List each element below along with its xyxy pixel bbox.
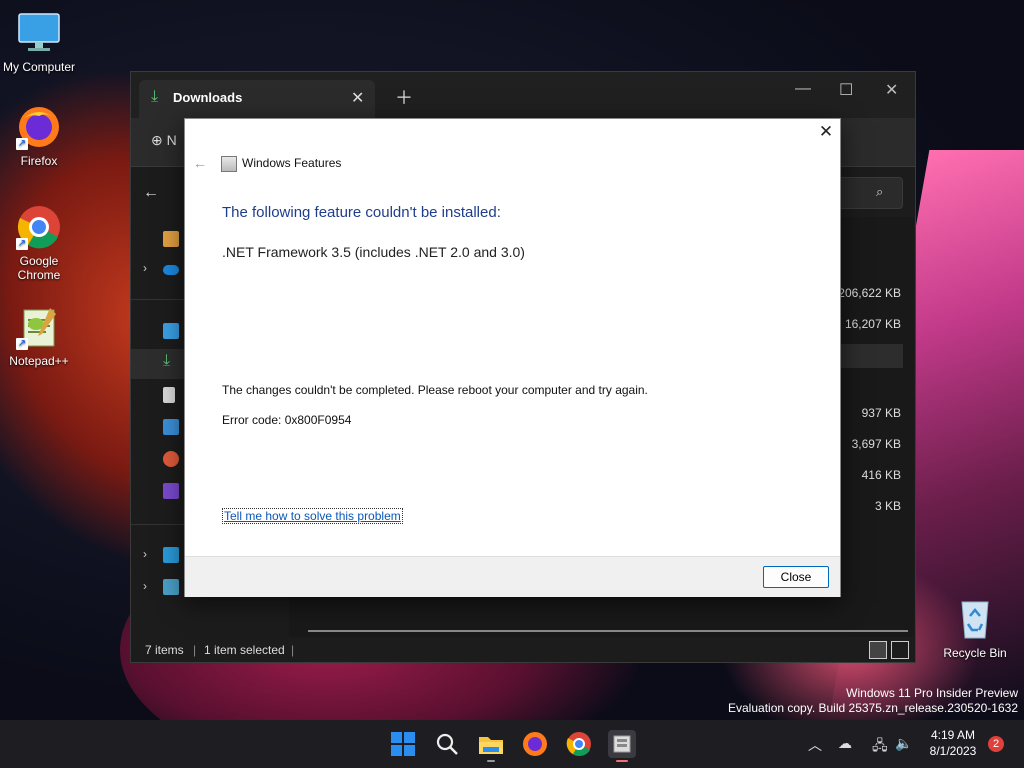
desktop-icon-label: Firefox xyxy=(20,154,58,168)
chevron-up-icon[interactable]: ︿ xyxy=(808,735,822,755)
new-tab-icon[interactable]: ＋ xyxy=(395,84,413,110)
error-heading: The following feature couldn't be instal… xyxy=(222,204,501,221)
chrome-icon xyxy=(566,732,591,756)
windows-features-icon xyxy=(613,735,631,753)
folder-icon xyxy=(479,737,503,754)
desktop-icon-recycle-bin[interactable]: Recycle Bin xyxy=(936,596,1014,660)
desktop-icon-notepadpp[interactable]: ↗ Notepad++ xyxy=(0,304,78,368)
firefox-icon xyxy=(523,732,547,756)
download-icon: ⤓ xyxy=(151,88,159,105)
start-button[interactable] xyxy=(389,730,417,758)
watermark-line-1: Windows 11 Pro Insider Preview xyxy=(846,686,1018,700)
search-icon: ⌕ xyxy=(876,184,884,199)
windows-features-dialog: ✕ ← Windows Features The following featu… xyxy=(184,118,841,597)
dialog-footer: Close xyxy=(185,556,840,597)
minimize-icon[interactable]: — xyxy=(795,80,811,98)
search-icon xyxy=(436,733,458,755)
back-arrow-icon[interactable]: ← xyxy=(193,155,207,171)
close-window-icon[interactable]: ✕ xyxy=(885,80,898,100)
active-indicator xyxy=(616,760,628,762)
firefox-icon: ↗ xyxy=(16,104,62,150)
chrome-taskbar-button[interactable] xyxy=(565,730,593,758)
chevron-right-icon: › xyxy=(143,547,147,561)
chevron-right-icon: › xyxy=(143,261,147,275)
close-button[interactable]: Close xyxy=(763,566,829,588)
music-icon xyxy=(163,451,179,467)
recycle-bin-icon xyxy=(952,596,998,642)
horizontal-scrollbar[interactable] xyxy=(308,630,908,632)
help-link[interactable]: Tell me how to solve this problem xyxy=(222,508,403,524)
date: 8/1/2023 xyxy=(929,744,977,758)
firefox-taskbar-button[interactable] xyxy=(521,730,549,758)
explorer-titlebar: ⤓ Downloads ✕ ＋ — ☐ ✕ xyxy=(131,72,915,118)
watermark-line-2: Evaluation copy. Build 25375.zn_release.… xyxy=(728,701,1018,715)
status-divider: | xyxy=(193,643,197,657)
status-bar: 7 items | 1 item selected | xyxy=(131,637,914,662)
new-label: N xyxy=(166,132,177,148)
network-icon xyxy=(163,579,179,595)
file-size: 3,697 KB xyxy=(851,437,901,451)
notification-badge[interactable]: 2 xyxy=(988,736,1004,752)
file-size: 416 KB xyxy=(861,468,901,482)
dialog-close-icon[interactable]: ✕ xyxy=(817,123,835,141)
windows-features-taskbar-button[interactable] xyxy=(608,730,636,762)
item-count: 7 items xyxy=(145,643,184,657)
running-indicator xyxy=(487,760,495,762)
error-message: The changes couldn't be completed. Pleas… xyxy=(222,383,648,397)
file-size: 206,622 KB xyxy=(838,286,901,300)
selected-row-highlight xyxy=(837,344,903,368)
time: 4:19 AM xyxy=(930,728,976,742)
tab-downloads[interactable]: ⤓ Downloads ✕ xyxy=(139,80,375,118)
feature-name: .NET Framework 3.5 (includes .NET 2.0 an… xyxy=(222,244,525,260)
monitor-icon xyxy=(16,10,62,56)
picture-icon xyxy=(163,419,179,435)
search-button[interactable] xyxy=(433,730,461,758)
new-button[interactable]: ⊕ N xyxy=(151,132,177,149)
file-size: 3 KB xyxy=(874,499,901,513)
volume-icon[interactable]: 🔈 xyxy=(895,735,912,752)
selection-count: 1 item selected xyxy=(204,643,285,657)
cloud-icon xyxy=(163,265,179,275)
desktop-icon-label: Google Chrome xyxy=(17,254,61,282)
file-explorer-taskbar-button[interactable] xyxy=(477,730,505,762)
desktop-folder-icon xyxy=(163,323,179,339)
download-icon: ⤓ xyxy=(163,352,171,369)
tab-label: Downloads xyxy=(173,90,243,105)
shortcut-arrow-icon: ↗ xyxy=(16,238,28,250)
video-icon xyxy=(163,483,179,499)
details-view-icon[interactable] xyxy=(869,641,887,659)
windows-features-icon xyxy=(221,156,237,172)
shortcut-arrow-icon: ↗ xyxy=(16,138,28,150)
file-size: 937 KB xyxy=(861,406,901,420)
shortcut-arrow-icon: ↗ xyxy=(16,338,28,350)
error-code: Error code: 0x800F0954 xyxy=(222,413,352,427)
file-size: 16,207 KB xyxy=(844,317,901,331)
clock[interactable]: 4:19 AM 8/1/2023 xyxy=(918,728,988,758)
notepadpp-icon: ↗ xyxy=(16,304,62,350)
desktop-icon-label: Notepad++ xyxy=(9,354,69,368)
back-arrow-icon[interactable]: ← xyxy=(143,184,159,202)
desktop-icon-firefox[interactable]: ↗ Firefox xyxy=(0,104,78,168)
network-icon[interactable]: 🖧 xyxy=(872,735,888,759)
chevron-right-icon: › xyxy=(143,579,147,593)
maximize-icon[interactable]: ☐ xyxy=(839,80,853,100)
onedrive-offline-icon[interactable]: ☁ xyxy=(838,735,852,752)
desktop-icon-label: Recycle Bin xyxy=(943,646,1007,660)
desktop-icon-chrome[interactable]: ↗ Google Chrome xyxy=(0,204,78,282)
home-icon xyxy=(163,231,179,247)
chrome-icon: ↗ xyxy=(16,204,62,250)
taskbar: ︿ ☁ 🖧 🔈 4:19 AM 8/1/2023 2 xyxy=(0,720,1024,768)
tiles-view-icon[interactable] xyxy=(891,641,909,659)
desktop-icon-label: My Computer xyxy=(2,60,76,74)
status-divider: | xyxy=(291,643,295,657)
monitor-icon xyxy=(163,547,179,563)
document-icon xyxy=(163,387,175,403)
windows-logo-icon xyxy=(391,732,415,756)
close-tab-icon[interactable]: ✕ xyxy=(351,88,364,108)
search-box[interactable]: ⌕ xyxy=(831,177,903,209)
desktop-icon-my-computer[interactable]: My Computer xyxy=(0,10,78,74)
dialog-title: Windows Features xyxy=(242,156,342,170)
